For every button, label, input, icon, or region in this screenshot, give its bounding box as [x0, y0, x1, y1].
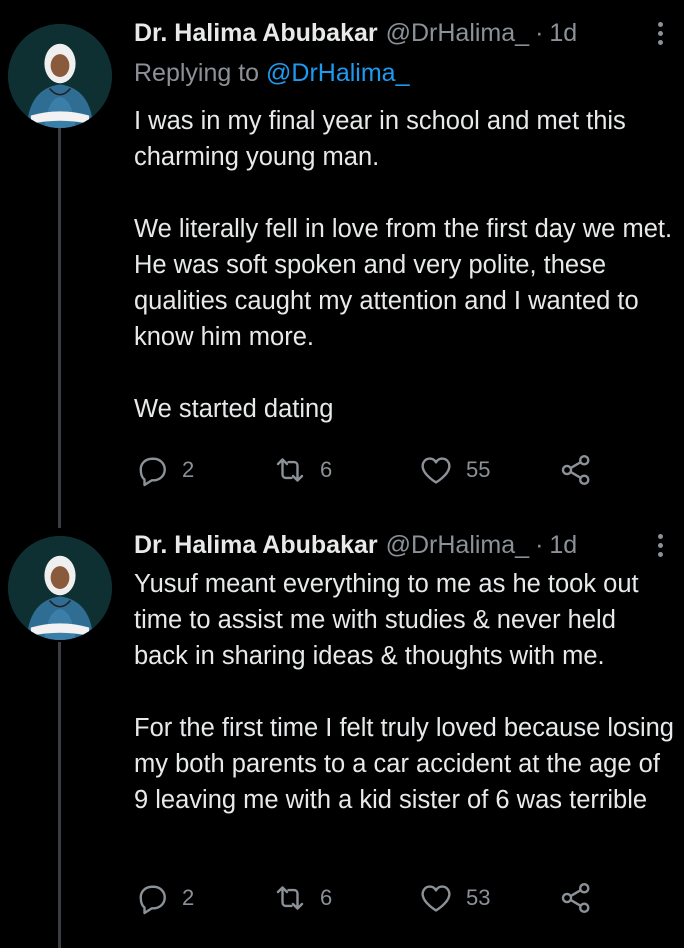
tweet-paragraph: We started dating [134, 395, 334, 423]
tweet-actions: 2 6 53 [134, 878, 604, 918]
tweet-paragraph: I was in my final year in school and met… [134, 107, 626, 171]
thread-connector-line [58, 128, 61, 528]
like-count: 55 [466, 457, 491, 482]
retweet-button[interactable]: 6 [272, 878, 332, 918]
tweet-2[interactable]: Dr. Halima Abubakar @DrHalima_ · 1d Yusu… [0, 514, 684, 948]
timestamp[interactable]: 1d [549, 19, 577, 48]
retweet-icon [276, 886, 304, 910]
reply-count: 2 [182, 885, 195, 910]
tweet-1[interactable]: Dr. Halima Abubakar @DrHalima_ · 1d Repl… [0, 0, 684, 528]
retweet-count: 6 [320, 457, 333, 482]
heart-icon [421, 885, 451, 912]
tweet-actions: 2 6 55 [134, 450, 604, 490]
avatar[interactable] [8, 24, 112, 128]
like-count: 53 [466, 885, 491, 910]
reply-count: 2 [182, 457, 195, 482]
tweet-paragraph: For the first time I felt truly loved be… [134, 714, 674, 814]
like-button[interactable]: 53 [418, 878, 490, 918]
share-button[interactable] [558, 450, 594, 490]
reply-button[interactable]: 2 [134, 878, 194, 918]
like-button[interactable]: 55 [418, 450, 490, 490]
retweet-count: 6 [320, 885, 333, 910]
avatar-image [8, 24, 112, 128]
separator: · [535, 18, 544, 47]
heart-icon [421, 457, 451, 484]
share-button[interactable] [558, 878, 594, 918]
thread-connector-line [58, 642, 61, 948]
replying-to: Replying to @DrHalima_ [134, 59, 410, 88]
tweet-text: I was in my final year in school and met… [134, 103, 674, 427]
more-options-icon[interactable] [650, 17, 670, 49]
avatar[interactable] [8, 536, 112, 640]
share-icon [561, 454, 590, 486]
tweet-header: Dr. Halima Abubakar @DrHalima_ · 1d [134, 529, 624, 561]
tweet-text: Yusuf meant everything to me as he took … [134, 566, 674, 818]
separator: · [535, 530, 544, 559]
more-options-icon[interactable] [650, 529, 670, 561]
replying-to-mention[interactable]: @DrHalima_ [266, 59, 409, 87]
author-handle[interactable]: @DrHalima_ [386, 19, 529, 48]
timestamp[interactable]: 1d [549, 531, 577, 560]
reply-button[interactable]: 2 [134, 450, 194, 490]
tweet-header: Dr. Halima Abubakar @DrHalima_ · 1d [134, 17, 624, 49]
tweet-paragraph: Yusuf meant everything to me as he took … [134, 570, 639, 670]
author-name[interactable]: Dr. Halima Abubakar [134, 19, 378, 48]
retweet-icon [276, 458, 304, 482]
replying-to-label: Replying to [134, 59, 260, 87]
tweet-paragraph: We literally fell in love from the first… [134, 215, 673, 351]
reply-icon [139, 457, 166, 487]
share-icon [561, 882, 590, 914]
reply-icon [139, 885, 166, 915]
author-name[interactable]: Dr. Halima Abubakar [134, 531, 378, 560]
retweet-button[interactable]: 6 [272, 450, 332, 490]
avatar-image [8, 536, 112, 640]
author-handle[interactable]: @DrHalima_ [386, 531, 529, 560]
